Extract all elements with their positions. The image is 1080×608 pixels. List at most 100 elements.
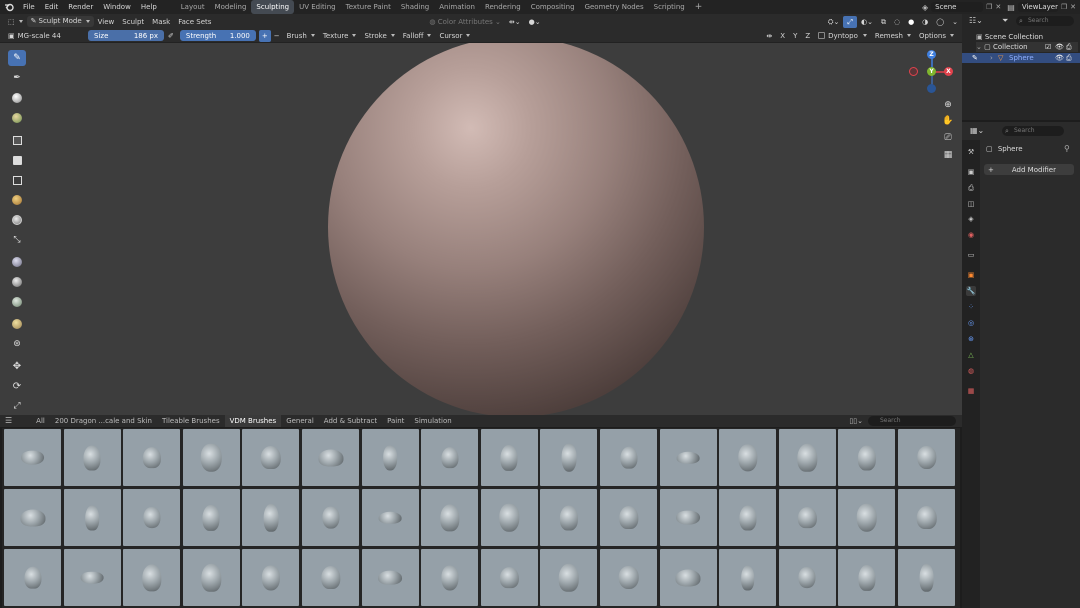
display-mode-icon[interactable]: ▯▯⌄	[844, 415, 868, 427]
physics-tab-icon[interactable]: ◎	[966, 318, 976, 328]
annotate-tool[interactable]: ⊛	[8, 336, 26, 352]
asset-thumbnail[interactable]	[719, 549, 777, 606]
menu-mask[interactable]: Mask	[148, 16, 174, 28]
modifier-tab-icon[interactable]: 🔧	[966, 286, 976, 296]
asset-thumbnail[interactable]	[600, 489, 657, 546]
data-tab-icon[interactable]: △	[966, 350, 976, 360]
tab-sculpting[interactable]: Sculpting	[251, 0, 295, 14]
asset-thumbnail[interactable]	[182, 489, 240, 546]
smear-tool[interactable]	[8, 110, 26, 126]
mirror-icon[interactable]: ⇹	[762, 30, 776, 42]
collection-tab-icon[interactable]: ▭	[966, 250, 976, 260]
blender-logo-icon[interactable]	[4, 2, 14, 12]
material-shading-icon[interactable]: ◑	[918, 16, 932, 28]
asset-thumbnail[interactable]	[600, 549, 657, 606]
tab-simulation[interactable]: Simulation	[409, 415, 456, 427]
asset-thumbnail[interactable]	[242, 489, 300, 546]
perspective-grid-icon[interactable]: ▦	[942, 149, 954, 161]
asset-thumbnail[interactable]	[242, 549, 300, 606]
asset-thumbnail[interactable]	[123, 549, 181, 606]
outliner-search-input[interactable]: Search	[1016, 16, 1074, 26]
edit-face-set-tool[interactable]	[8, 274, 26, 290]
tab-modeling[interactable]: Modeling	[210, 0, 252, 14]
size-slider[interactable]: Size 186 px	[88, 30, 164, 41]
scene-icon[interactable]: ◈	[922, 3, 928, 12]
asset-thumbnail[interactable]	[182, 549, 240, 606]
symmetry-icon[interactable]: ⇹⌄	[505, 16, 525, 28]
asset-thumbnail[interactable]	[242, 429, 300, 486]
options-dropdown[interactable]: Options	[915, 30, 958, 42]
overlay-icon[interactable]: ◐⌄	[857, 16, 877, 28]
collection-checkbox-icon[interactable]: ☑	[1045, 42, 1051, 52]
move-tool[interactable]: ✥	[8, 358, 26, 374]
scene-tab-icon[interactable]: ◈	[966, 214, 976, 224]
menu-window[interactable]: Window	[98, 0, 136, 14]
asset-thumbnail[interactable]	[480, 429, 538, 486]
scene-copy-icon[interactable]: ❐	[986, 3, 992, 11]
mode-dropdown[interactable]: ✎ Sculpt Mode	[26, 16, 94, 27]
menu-render[interactable]: Render	[63, 0, 98, 14]
asset-thumbnail[interactable]	[4, 429, 61, 486]
view-layer-field[interactable]: ViewLayer	[1017, 2, 1058, 12]
cursor-dropdown[interactable]: Cursor	[435, 30, 474, 42]
3d-viewport[interactable]: ✎ ✒ ⤡ ⊛ ✥ ⟳ ⤢ Z X Y ⊕ ✋ ⎚ ▦	[0, 43, 962, 415]
gizmo-x-axis[interactable]: X	[944, 67, 953, 76]
asset-thumbnail[interactable]	[182, 429, 240, 486]
asset-thumbnail[interactable]	[63, 549, 121, 606]
tab-compositing[interactable]: Compositing	[526, 0, 580, 14]
asset-thumbnail[interactable]	[123, 429, 181, 486]
view-layer-icon[interactable]: ▤	[1007, 3, 1015, 12]
tab-rendering[interactable]: Rendering	[480, 0, 526, 14]
output-tab-icon[interactable]: ⎙	[966, 183, 976, 193]
add-modifier-button[interactable]: + Add Modifier	[984, 164, 1074, 175]
collection-visibility-icon[interactable]: 👁	[1055, 42, 1064, 52]
asset-thumbnail[interactable]	[540, 429, 598, 486]
stroke-dropdown[interactable]: Stroke	[360, 30, 398, 42]
tab-all[interactable]: All	[31, 415, 50, 427]
remesh-dropdown[interactable]: Remesh	[871, 30, 915, 42]
asset-thumbnail[interactable]	[421, 489, 479, 546]
gizmo-y-axis[interactable]: Y	[927, 67, 936, 76]
properties-editor-icon[interactable]: ▦⌄	[970, 126, 984, 135]
mask-by-color-tool[interactable]	[8, 294, 26, 310]
asset-thumbnail[interactable]	[63, 429, 121, 486]
scene-collection-row[interactable]: ▣ Scene Collection	[976, 32, 1043, 42]
asset-thumbnail[interactable]	[480, 489, 538, 546]
asset-thumbnail[interactable]	[421, 429, 479, 486]
particles-tab-icon[interactable]: ⁘	[966, 302, 976, 312]
mask-tool[interactable]	[8, 132, 26, 148]
asset-thumbnail[interactable]	[898, 429, 955, 486]
menu-sculpt[interactable]: Sculpt	[118, 16, 148, 28]
asset-thumbnail[interactable]	[659, 429, 717, 486]
world-tab-icon[interactable]: ◉	[966, 230, 976, 240]
gizmo-toggle-icon[interactable]: ⤢	[843, 15, 857, 28]
draw-sharp-tool[interactable]: ✒	[8, 70, 26, 86]
collection-render-icon[interactable]: ⎙	[1066, 42, 1072, 52]
asset-thumbnail[interactable]	[659, 489, 717, 546]
solid-shading-icon[interactable]: ●	[904, 16, 918, 28]
asset-thumbnail[interactable]	[302, 489, 359, 546]
tool-tab-icon[interactable]: ⚒	[966, 147, 976, 157]
tab-paint[interactable]: Paint	[382, 415, 409, 427]
asset-thumbnail[interactable]	[540, 489, 598, 546]
color-attributes-dropdown[interactable]: ◍ Color Attributes ⌄	[425, 16, 505, 28]
sphere-render-icon[interactable]: ⎙	[1066, 53, 1072, 63]
brush-dropdown[interactable]: Brush	[283, 30, 319, 42]
asset-thumbnail[interactable]	[361, 429, 419, 486]
menu-edit[interactable]: Edit	[40, 0, 64, 14]
gizmo-z-axis[interactable]: Z	[927, 50, 936, 59]
xray-icon[interactable]: ⧉	[877, 16, 890, 28]
render-tab-icon[interactable]: ▣	[966, 167, 976, 177]
gizmo-neg-z-axis[interactable]	[927, 84, 936, 93]
asset-thumbnail[interactable]	[123, 489, 181, 546]
line-project-tool[interactable]	[8, 316, 26, 332]
tab-vdm-brushes[interactable]: VDM Brushes	[224, 415, 282, 427]
menu-view[interactable]: View	[94, 16, 119, 28]
asset-thumbnail[interactable]	[540, 549, 598, 606]
cloth-filter-tool[interactable]: ⤡	[8, 232, 26, 248]
tab-scripting[interactable]: Scripting	[649, 0, 690, 14]
asset-search-box[interactable]: ⌕ Search	[868, 416, 956, 426]
dyntopo-checkbox[interactable]: Dyntopo	[814, 30, 871, 42]
asset-thumbnail[interactable]	[4, 489, 61, 546]
gizmo-neg-x-axis[interactable]	[909, 67, 918, 76]
